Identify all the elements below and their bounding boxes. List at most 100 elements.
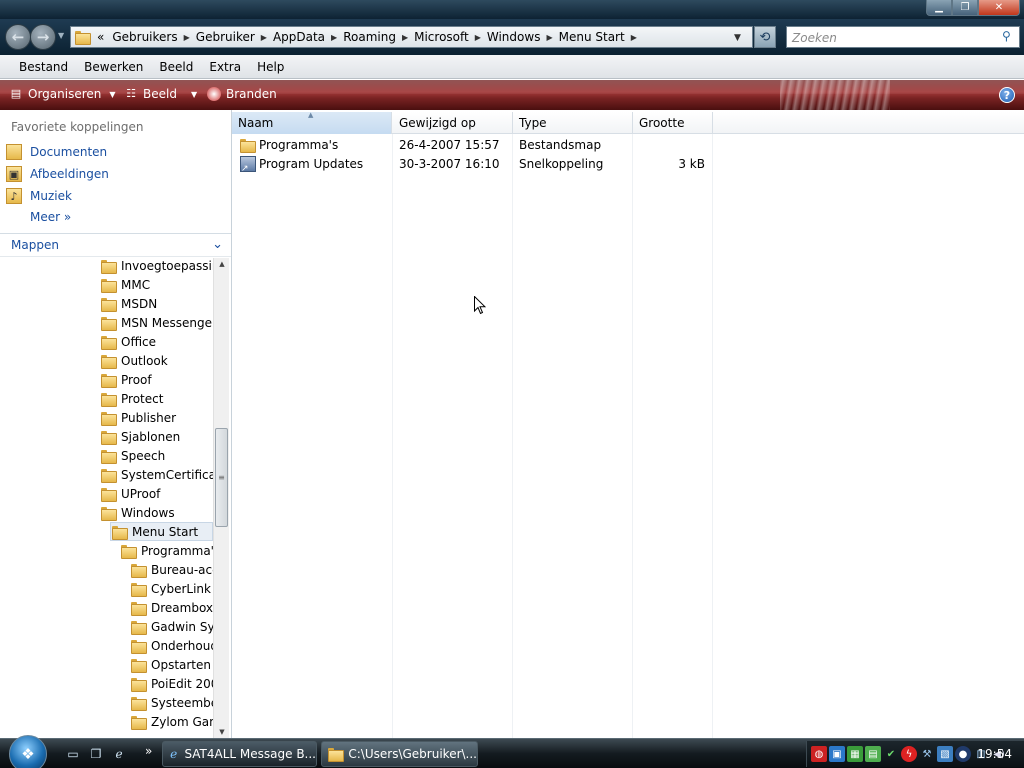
scrollbar-thumb[interactable]: ≡ [215,428,228,527]
switch-windows-icon[interactable]: ❐ [87,746,105,762]
folder-tree-item-programmas[interactable]: Programma's [120,541,213,560]
chevron-down-icon[interactable]: ⌄ [212,237,223,252]
breadcrumb-separator-icon[interactable]: ▶ [629,33,639,42]
tray-app-icon[interactable]: ◍ [811,746,827,762]
refresh-button[interactable]: ⟲ [754,26,776,48]
search-input[interactable]: Zoeken [786,26,1020,48]
folder-tree-item-msdn[interactable]: MSDN [100,294,213,313]
breadcrumb-separator-icon[interactable]: ▶ [329,33,339,42]
folder-tree-item-bureau-accessoires[interactable]: Bureau-accessoires [130,560,213,579]
taskbar-button-explorer[interactable]: C:\Users\Gebruiker\... [321,741,478,767]
start-button[interactable]: ❖ [9,735,47,768]
file-row[interactable]: Program Updates 30-3-2007 16:10 Snelkopp… [232,154,1024,174]
column-header-type[interactable]: Type [513,112,633,134]
folder-tree-item-office[interactable]: Office [100,332,213,351]
folder-tree-item-windows[interactable]: Windows [100,503,213,522]
tray-app-icon[interactable]: ▣ [829,746,845,762]
quick-launch-more-button[interactable]: » [145,744,152,758]
favorite-documenten[interactable]: Documenten [6,144,107,160]
folder-tree-item-systemcertificates[interactable]: SystemCertificates [100,465,213,484]
folder-tree-label: SystemCertificates [121,467,213,482]
column-header-grootte[interactable]: Grootte [633,112,713,134]
view-button[interactable]: ☷ Beeld ▼ [124,87,197,101]
column-header-gewijzigd-op[interactable]: Gewijzigd op [393,112,513,134]
scroll-up-arrow-icon[interactable]: ▲ [214,260,230,268]
folder-tree-item-speech[interactable]: Speech [100,446,213,465]
folder-tree-item-gadwin-systems[interactable]: Gadwin Systems [130,617,213,636]
burn-button[interactable]: Branden [207,87,277,101]
folder-tree-item-opstarten[interactable]: Opstarten [130,655,213,674]
folders-header[interactable]: Mappen ⌄ [0,233,231,257]
favorite-muziek[interactable]: ♪ Muziek [6,188,72,204]
breadcrumb-roaming[interactable]: Roaming [339,30,400,44]
breadcrumb-separator-icon[interactable]: ▶ [544,33,554,42]
back-button[interactable]: ← [5,24,31,50]
windows-logo-icon: ❖ [21,745,35,763]
menu-help[interactable]: Help [249,60,292,74]
breadcrumb-separator-icon[interactable]: ▶ [182,33,192,42]
scroll-down-arrow-icon[interactable]: ▼ [214,728,230,736]
breadcrumb-windows[interactable]: Windows [483,30,545,44]
folder-tree-item-uproof[interactable]: UProof [100,484,213,503]
breadcrumb-separator-icon[interactable]: ▶ [259,33,269,42]
folder-tree-item-invoegtoepassingen[interactable]: Invoegtoepassingen [100,256,213,275]
tray-app-icon[interactable]: ▤ [865,746,881,762]
folder-tree-item-sjablonen[interactable]: Sjablonen [100,427,213,446]
column-header-naam[interactable]: Naam ▲ [232,111,392,134]
clock[interactable]: 19:54 [977,747,1012,761]
more-favorites-link[interactable]: Meer » [30,210,71,224]
show-desktop-icon[interactable]: ▭ [64,746,82,762]
breadcrumb-microsoft[interactable]: Microsoft [410,30,473,44]
folder-tree-item-mmc[interactable]: MMC [100,275,213,294]
maximize-button[interactable]: ❐ [952,0,978,16]
tray-app-icon[interactable]: ✔ [883,746,899,762]
forward-button[interactable]: → [30,24,56,50]
folder-tree-item-outlook[interactable]: Outlook [100,351,213,370]
file-row[interactable]: Programma's 26-4-2007 15:57 Bestandsmap [232,135,1024,154]
favorite-afbeeldingen[interactable]: ▣ Afbeeldingen [6,166,109,182]
folder-tree-item-zylom-games[interactable]: Zylom Games [130,712,213,731]
folder-tree-item-onderhoud[interactable]: Onderhoud [130,636,213,655]
folder-tree-item-dreambox-tools[interactable]: Dreambox tools [130,598,213,617]
minimize-button[interactable]: ▁ [926,0,952,16]
folder-tree-item-publisher[interactable]: Publisher [100,408,213,427]
breadcrumb-gebruiker[interactable]: Gebruiker [192,30,259,44]
help-button[interactable]: ? [999,87,1015,103]
folder-icon [112,525,128,540]
taskbar-button-sat4all[interactable]: ℯ SAT4ALL Message B... [162,741,317,767]
tray-app-icon[interactable]: ▧ [937,746,953,762]
address-bar[interactable]: « Gebruikers ▶ Gebruiker ▶ AppData ▶ Roamin… [70,26,753,48]
breadcrumb-menu-start[interactable]: Menu Start [555,30,629,44]
folder-tree-item-protect[interactable]: Protect [100,389,213,408]
tray-app-icon[interactable]: ϟ [901,746,917,762]
address-overflow[interactable]: « [93,30,108,44]
menu-extra[interactable]: Extra [201,60,249,74]
menu-bewerken[interactable]: Bewerken [76,60,151,74]
folder-tree-scrollbar[interactable]: ▲ ≡ ▼ [213,258,229,738]
folder-icon [101,411,117,426]
folder-icon [101,354,117,369]
address-row: ← → ▼ « Gebruikers ▶ Gebruiker ▶ AppData ▶ … [0,19,1024,55]
menu-bestand[interactable]: Bestand [11,60,76,74]
tray-app-icon[interactable]: ⚒ [919,746,935,762]
folder-tree-item-systeembeheer[interactable]: Systeembeheer [130,693,213,712]
folder-tree-item-msn-messenger[interactable]: MSN Messenger [100,313,213,332]
folder-tree-item-poiedit-2007[interactable]: PoiEdit 2007 [130,674,213,693]
command-bar-decoration [780,80,890,110]
organize-button[interactable]: ▤ Organiseren ▼ [9,87,116,101]
breadcrumb-appdata[interactable]: AppData [269,30,329,44]
internet-explorer-icon[interactable]: ℯ [110,746,128,762]
folder-tree-item-menu-start[interactable]: Menu Start [110,522,213,541]
tray-app-icon[interactable]: ● [955,746,971,762]
breadcrumb-separator-icon[interactable]: ▶ [473,33,483,42]
menu-beeld[interactable]: Beeld [151,60,201,74]
address-history-chevron-down-icon[interactable]: ▼ [734,33,741,43]
recent-pages-chevron-down-icon[interactable]: ▼ [58,31,64,40]
folder-tree-item-cyberlink[interactable]: CyberLink DVD Suite [130,579,213,598]
close-button[interactable]: ✕ [978,0,1020,16]
folder-tree-item-proof[interactable]: Proof [100,370,213,389]
search-icon[interactable]: ⚲ [1002,29,1011,43]
tray-app-icon[interactable]: ▦ [847,746,863,762]
breadcrumb-separator-icon[interactable]: ▶ [400,33,410,42]
breadcrumb-gebruikers[interactable]: Gebruikers [108,30,181,44]
